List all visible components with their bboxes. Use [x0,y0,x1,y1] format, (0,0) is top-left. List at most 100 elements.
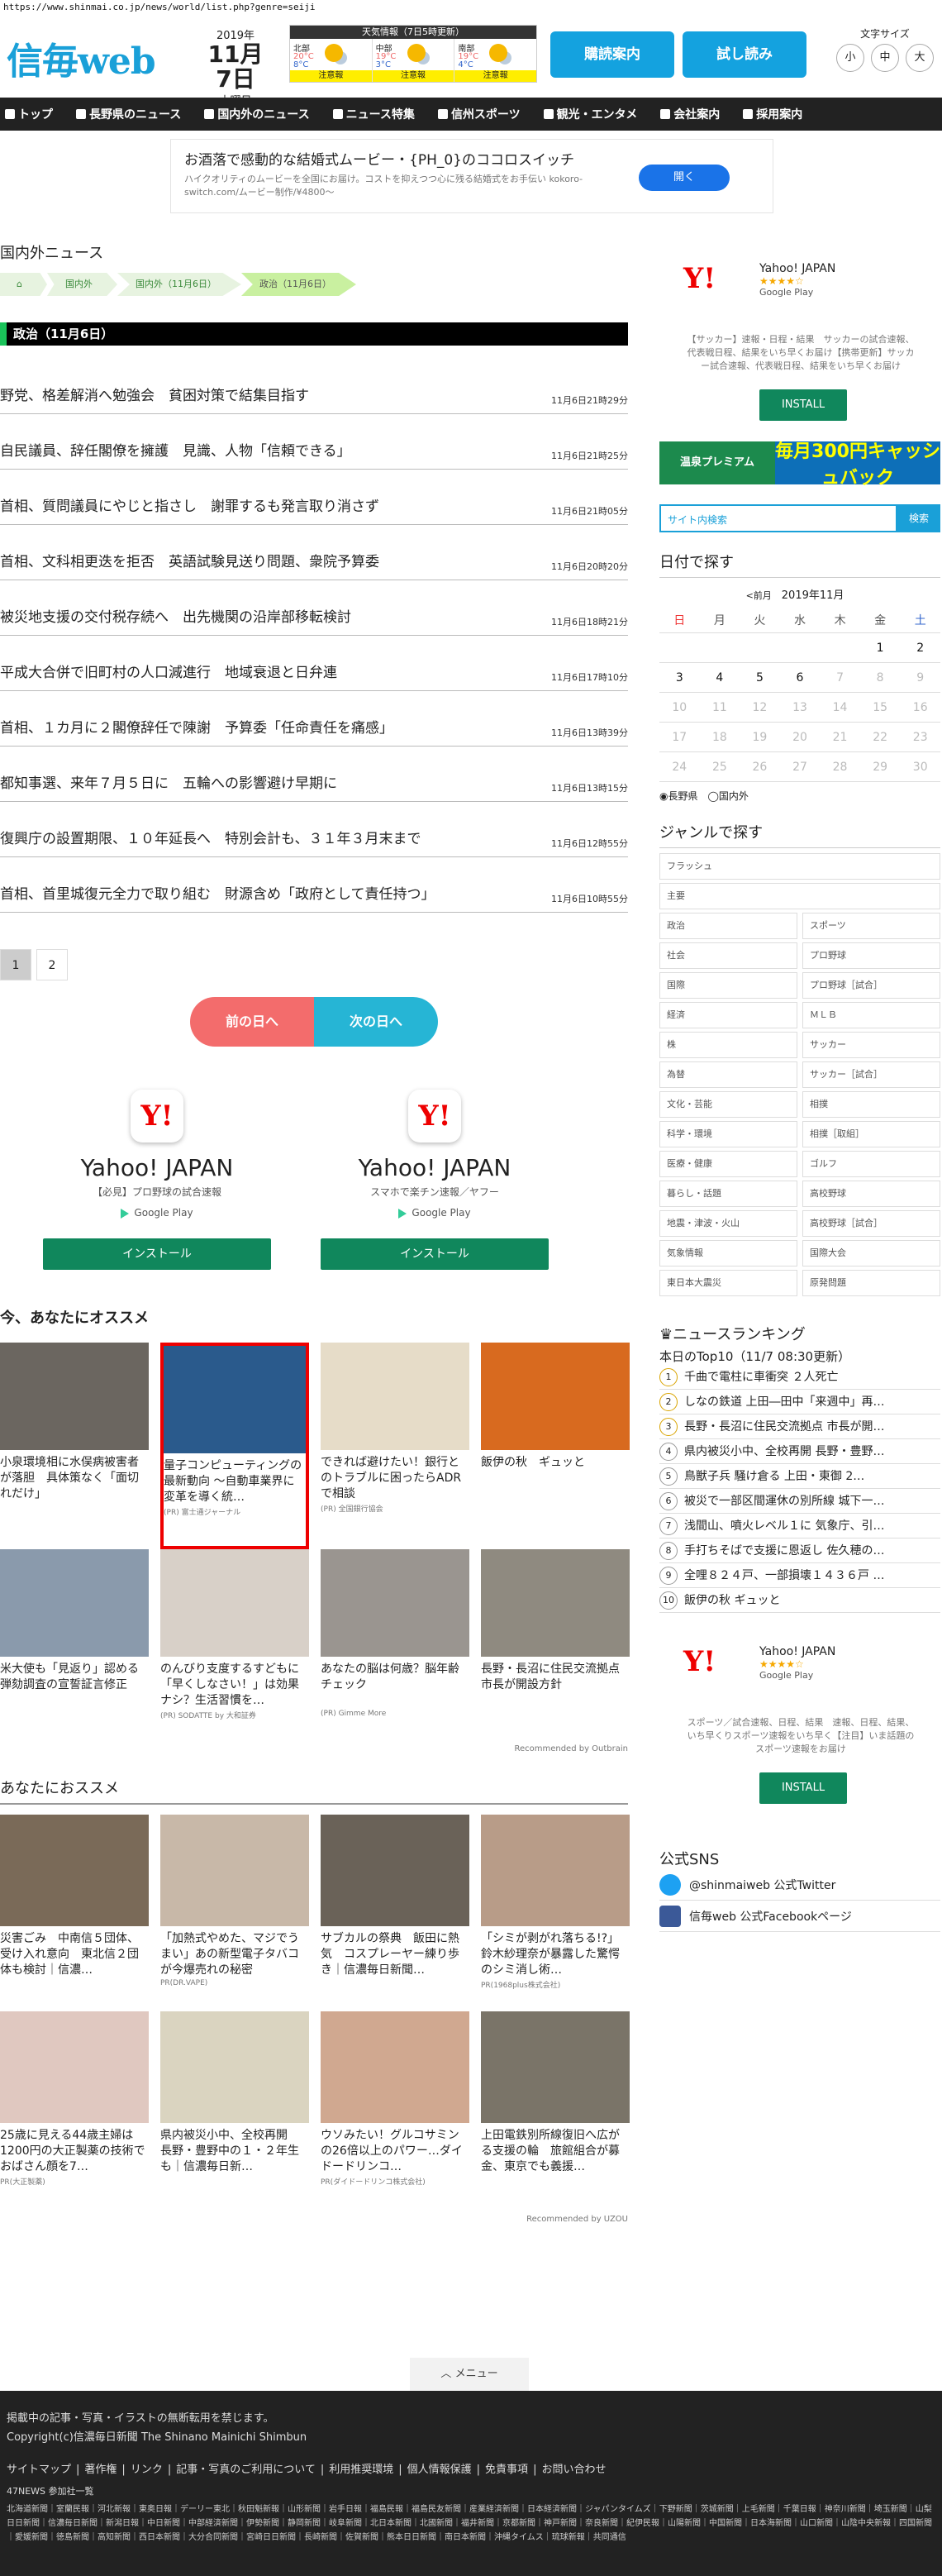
ranking-title[interactable]: 県内被災小中、全校再開 長野・豊野… [684,1439,884,1463]
yahoo-ad[interactable]: Y! Yahoo! JAPAN 【必見】プロ野球の試合速報 Google Pla… [43,1090,271,1270]
calendar-day[interactable]: 6 [779,663,821,693]
recommend-card[interactable]: サブカルの祭典 飯田に熱気 コスプレーヤー練り歩き｜信濃毎日新聞… [321,1815,469,2011]
genre-item[interactable]: プロ野球 [802,942,940,969]
recommend-card[interactable]: ウソみたい！グルコサミンの26倍以上のパワー…ダイドードリンコ… PR(ダイドード… [321,2011,469,2208]
search-button[interactable]: 検索 [897,504,940,532]
news-item[interactable]: 都知事選、来年７月５日に 五輪への影響避け早期に 11月6日13時15分 [0,747,628,802]
genre-item[interactable]: 科学・環境 [659,1121,797,1147]
genre-item[interactable]: ＭＬＢ [802,1002,940,1028]
genre-item[interactable]: 主要 [659,883,940,909]
thumbnail-image[interactable] [321,1343,469,1450]
news-title[interactable]: 平成大合併で旧町村の人口減進行 地域衰退と日弁連 [0,661,337,681]
recommend-card[interactable]: 25歳に見える44歳主婦は1200円の大正製薬の技術でおばさん顔を7… PR(大正… [0,2011,149,2208]
ranking-title[interactable]: 鳥獣子兵 騒け倉る 上田・東御 2… [684,1464,864,1488]
thumbnail-image[interactable] [0,2011,149,2123]
genre-item[interactable]: 経済 [659,1002,797,1028]
ranking-title[interactable]: 浅間山、噴火レベル１に 気象庁、引… [684,1514,884,1538]
install-button[interactable]: インストール [43,1238,271,1270]
card-caption[interactable]: できれば避けたい！銀行とのトラブルに困ったらADRで相談 [321,1455,469,1503]
recommend-card[interactable]: 長野・長沼に住民交流拠点 市長が開設方針 [481,1549,630,1756]
weather-central[interactable]: 中部 19°C 3°C 注意報 [372,39,455,82]
card-caption[interactable]: 上田電鉄別所線復旧へ広がる支援の輪 旅館組合が募金、東京でも義援… [481,2128,630,2176]
genre-item[interactable]: 文化・芸能 [659,1091,797,1118]
news-title[interactable]: 自民議員、辞任閣僚を擁護 見識、人物「信頼できる」 [0,439,351,460]
card-caption[interactable]: 長野・長沼に住民交流拠点 市長が開設方針 [481,1662,630,1710]
genre-item[interactable]: 地震・津波・火山 [659,1210,797,1237]
nav-recruit[interactable]: 採用案内 [743,106,802,122]
nav-travel[interactable]: 観光・エンタメ [543,106,637,122]
card-caption[interactable]: 県内被災小中、全校再開 長野・豊野中の１・２年生も｜信濃毎日新… [160,2128,309,2176]
search-input[interactable]: サイト内検索 [659,504,897,532]
radio-nagano[interactable]: ◉長野県 [659,790,697,802]
genre-item[interactable]: 為替 [659,1061,797,1088]
thumbnail-image[interactable] [0,1343,149,1450]
ranking-item[interactable]: 5 鳥獣子兵 騒け倉る 上田・東御 2… [659,1464,940,1489]
thumbnail-image[interactable] [0,1815,149,1926]
partners-list[interactable]: 北海道新聞｜室蘭民報｜河北新報｜東奥日報｜デーリー東北｜秋田魁新報｜山形新聞｜岩… [7,2502,935,2545]
breadcrumb-home[interactable]: ⌂ [0,273,47,296]
recommend-card[interactable]: あなたの脳は何歳？脳年齢チェック (PR) Gimme More [321,1549,469,1756]
menu-button[interactable]: ︿ メニュー [410,2358,529,2391]
genre-item[interactable]: フラッシュ [659,853,940,880]
font-large-button[interactable]: 大 [906,44,934,72]
genre-item[interactable]: 国際 [659,972,797,999]
ranking-title[interactable]: しなの鉄道 上田―田中「来週中」再… [684,1390,884,1414]
card-caption[interactable]: 「加熱式やめた、マジでうまい」あの新型電子タバコが今爆売れの秘密 [160,1931,309,1979]
nav-feature[interactable]: ニュース特集 [332,106,415,122]
genre-item[interactable]: プロ野球［試合］ [802,972,940,999]
ranking-item[interactable]: 6 被災で一部区間運休の別所線 城下一… [659,1489,940,1514]
thumbnail-image[interactable] [481,2011,630,2123]
ranking-item[interactable]: 4 県内被災小中、全校再開 長野・豊野… [659,1439,940,1464]
ranking-item[interactable]: 7 浅間山、噴火レベル１に 気象庁、引… [659,1514,940,1538]
genre-item[interactable]: 東日本大震災 [659,1270,797,1296]
calendar-day[interactable]: 1 [859,633,901,663]
font-medium-button[interactable]: 中 [871,44,899,72]
page-2[interactable]: 2 [36,949,68,980]
recommend-card[interactable]: 「加熱式やめた、マジでうまい」あの新型電子タバコが今爆売れの秘密 PR(DR.VA… [160,1815,309,2011]
side-ad-2[interactable]: Y! Yahoo! JAPAN ★★★★☆ Google Play スポーツ／試… [659,1624,940,1820]
thumbnail-image[interactable] [160,1815,309,1926]
recommend-card[interactable]: 「シミが剥がれ落ちる!?」鈴木紗理奈が暴露した驚愕のシミ消し術… PR(1968p… [481,1815,630,2011]
install-button[interactable]: インストール [321,1238,549,1270]
card-caption[interactable]: 「シミが剥がれ落ちる!?」鈴木紗理奈が暴露した驚愕のシミ消し術… [481,1931,630,1979]
genre-item[interactable]: 相撲 [802,1091,940,1118]
genre-item[interactable]: 国際大会 [802,1240,940,1267]
news-title[interactable]: 首相、１カ月に２閣僚辞任で陳謝 予算委「任命責任を痛感」 [0,716,393,737]
footer-link[interactable]: 著作権 [84,2464,117,2476]
nav-world-news[interactable]: 国内外のニュース [204,106,310,122]
card-caption[interactable]: 飯伊の秋 ギュッと [481,1455,630,1503]
thumbnail-image[interactable] [321,1549,469,1657]
card-caption[interactable]: ウソみたい！グルコサミンの26倍以上のパワー…ダイドードリンコ… [321,2128,469,2176]
news-item[interactable]: 首相、文科相更迭を拒否 英語試験見送り問題、衆院予算委 11月6日20時20分 [0,525,628,580]
footer-link[interactable]: 記事・写真のご利用について [176,2464,316,2476]
ranking-item[interactable]: 1 千曲で電柱に車衝突 ２人死亡 [659,1365,940,1390]
news-item[interactable]: 野党、格差解消へ勉強会 貧困対策で結集目指す 11月6日21時29分 [0,359,628,414]
url-bar[interactable]: https://www.shinmai.co.jp/news/world/lis… [0,0,942,15]
ranking-title[interactable]: 手打ちそばで支援に恩返し 佐久穂の… [684,1538,884,1562]
recommend-card[interactable]: 災害ごみ 中南信５団体、受け入れ意向 東北信２団体も検討｜信濃… [0,1815,149,2011]
recommend-card[interactable]: 飯伊の秋 ギュッと [481,1343,630,1549]
genre-item[interactable]: 医療・健康 [659,1151,797,1177]
side-ad[interactable]: Y! Yahoo! JAPAN ★★★★☆ Google Play 【サッカー】… [659,241,940,436]
weather-north[interactable]: 北部 20°C 8°C 注意報 [290,39,373,82]
ranking-title[interactable]: 長野・長沼に住民交流拠点 市長が開… [684,1414,884,1438]
footer-link[interactable]: 利用推奨環境 [329,2464,393,2476]
news-title[interactable]: 都知事選、来年７月５日に 五輪への影響避け早期に [0,771,337,792]
recommend-card[interactable]: できれば避けたい！銀行とのトラブルに困ったらADRで相談 (PR) 全国銀行協会 [321,1343,469,1549]
font-small-button[interactable]: 小 [836,44,864,72]
news-item[interactable]: 首相、１カ月に２閣僚辞任で陳謝 予算委「任命責任を痛感」 11月6日13時39分 [0,691,628,747]
prev-day-button[interactable]: 前の日へ [190,997,314,1047]
card-caption[interactable]: サブカルの祭典 飯田に熱気 コスプレーヤー練り歩き｜信濃毎日新聞… [321,1931,469,1979]
nav-sports[interactable]: 信州スポーツ [437,106,521,122]
card-caption[interactable]: 量子コンピューティングの最新動向 〜自動車業界に変革を導く統… [164,1458,306,1506]
breadcrumb-item[interactable]: 国内外 [46,273,117,296]
recommend-card[interactable]: 米大使も「見返り」認める 弾劾調査の宣誓証言修正 [0,1549,149,1756]
install-button[interactable]: INSTALL [759,1772,847,1804]
thumbnail-image[interactable] [481,1343,630,1450]
genre-item[interactable]: 相撲［取組］ [802,1121,940,1147]
ranking-title[interactable]: 飯伊の秋 ギュッと [684,1588,780,1612]
recommend-card[interactable]: 県内被災小中、全校再開 長野・豊野中の１・２年生も｜信濃毎日新… [160,2011,309,2208]
calendar-day[interactable]: 4 [699,663,740,693]
ranking-title[interactable]: 被災で一部区間運休の別所線 城下一… [684,1489,884,1513]
genre-item[interactable]: 株 [659,1032,797,1058]
